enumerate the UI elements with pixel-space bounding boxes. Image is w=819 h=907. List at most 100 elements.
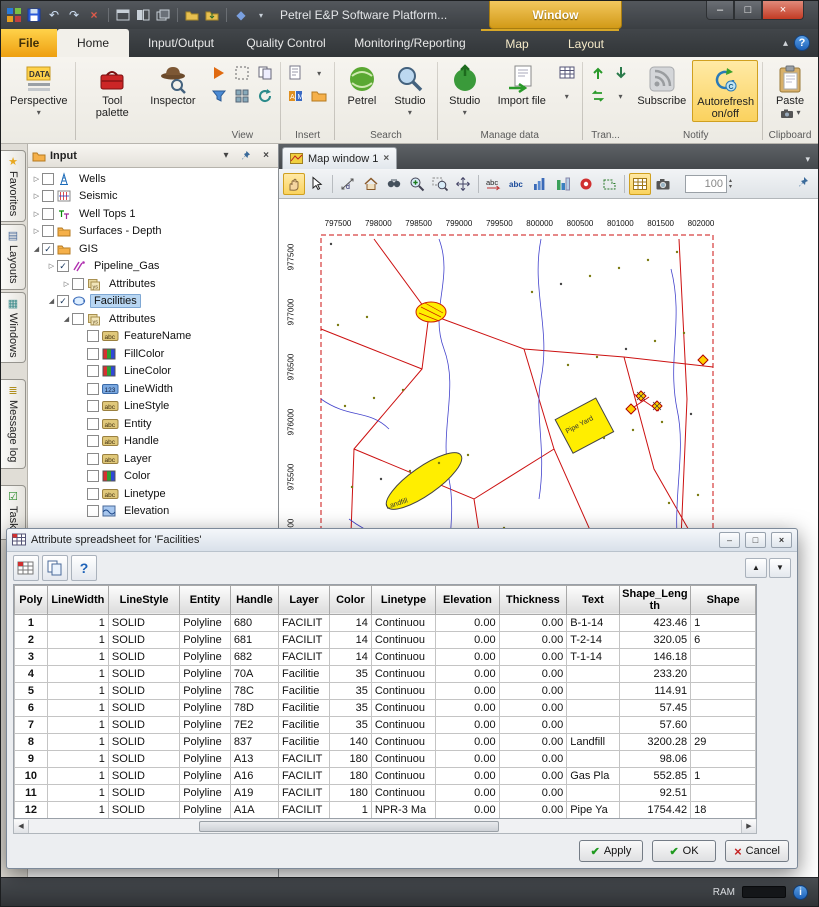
cell[interactable]: 0.00 [436,682,499,699]
cell[interactable]: 0.00 [436,665,499,682]
expander-icon[interactable]: ▷ [61,280,72,288]
cell[interactable]: Continuou [371,716,435,733]
cell[interactable] [691,665,756,682]
cell[interactable]: 0.00 [499,665,567,682]
expander-icon[interactable]: ▷ [31,175,42,183]
cell[interactable]: Polyline [180,648,231,665]
cell[interactable]: SOLID [108,665,179,682]
play-target-icon[interactable] [575,173,597,195]
cell[interactable]: 423.46 [619,614,691,631]
checkbox-unchecked[interactable] [72,278,84,290]
cell[interactable]: SOLID [108,699,179,716]
dialog-titlebar[interactable]: Attribute spreadsheet for 'Facilities' –… [7,529,797,552]
cell[interactable]: T-1-14 [567,648,619,665]
default-view-icon[interactable] [360,173,382,195]
cell[interactable]: 1 [47,784,108,801]
petrel-search-button[interactable]: Petrel [339,60,385,108]
cell[interactable]: FACILIT [279,784,330,801]
checkbox-unchecked[interactable] [87,400,99,412]
row-number-cell[interactable]: 10 [15,767,48,784]
panel-menu-chevron-icon[interactable]: ▾ [218,148,234,164]
annotation-abc-icon[interactable]: abc [483,173,505,195]
cell[interactable]: Polyline [180,767,231,784]
column-header-linetype[interactable]: Linetype [371,585,435,614]
cell[interactable]: Polyline [180,699,231,716]
cell[interactable]: Continuou [371,614,435,631]
cell[interactable]: SOLID [108,648,179,665]
dialog-minimize-button[interactable]: – [719,532,740,548]
cell[interactable]: 320.05 [619,631,691,648]
window-cascade-icon[interactable] [154,6,172,24]
expander-icon[interactable]: ◢ [61,315,72,323]
pan-hand-icon[interactable] [283,173,305,195]
dialog-close-button[interactable]: × [771,532,792,548]
cell[interactable]: 57.60 [619,716,691,733]
sidebar-tab-message-log[interactable]: ≣Message log [1,379,26,468]
scrollbar-thumb[interactable] [199,821,499,832]
cell[interactable]: 70A [230,665,278,682]
cell[interactable]: NPR-3 Ma [371,801,435,818]
cell[interactable]: 57.45 [619,699,691,716]
cell[interactable]: 140 [330,733,372,750]
folder-open-icon[interactable] [183,6,201,24]
ribbon-tab-monitoring-reporting[interactable]: Monitoring/Reporting [339,29,481,57]
cell[interactable]: Continuou [371,699,435,716]
cancel-button[interactable]: ×Cancel [725,840,789,862]
column-header-poly[interactable]: Poly [15,585,48,614]
zoom-in-icon[interactable] [406,173,428,195]
cell[interactable]: 0.00 [499,750,567,767]
delete-icon[interactable]: × [85,6,103,24]
tree-item-layer[interactable]: abcLayer [28,450,278,468]
cell[interactable]: 0.00 [436,801,499,818]
checkbox-unchecked[interactable] [72,313,84,325]
cell[interactable]: 0.00 [499,767,567,784]
column-header-text[interactable]: Text [567,585,619,614]
cell[interactable]: 0.00 [436,784,499,801]
cell[interactable]: 0.00 [499,801,567,818]
cell[interactable]: SOLID [108,801,179,818]
dashed-frame-icon[interactable] [231,62,253,84]
copy-view-icon[interactable] [254,62,276,84]
transfer-sync-icon[interactable] [587,85,609,107]
cell[interactable]: FACILIT [279,648,330,665]
cell[interactable]: Polyline [180,733,231,750]
select-arrow-icon[interactable] [306,173,328,195]
cell[interactable]: 6 [691,631,756,648]
annotation-insert-icon[interactable]: AM [285,85,307,107]
checkbox-unchecked[interactable] [42,208,54,220]
cell[interactable]: Polyline [180,750,231,767]
expander-icon[interactable]: ▷ [46,262,57,270]
autorefresh-button[interactable]: C Autorefresh on/off [692,60,758,122]
cell[interactable]: 681 [230,631,278,648]
play-view-icon[interactable] [208,62,230,84]
undo-icon[interactable]: ↶ [45,6,63,24]
cell[interactable]: 0.00 [436,648,499,665]
folder-insert-icon[interactable] [308,85,330,107]
column-header-elevation[interactable]: Elevation [436,585,499,614]
checkbox-unchecked[interactable] [87,348,99,360]
cell[interactable]: 14 [330,648,372,665]
cell[interactable]: 0.00 [499,699,567,716]
measure-distance-icon[interactable]: d [337,173,359,195]
column-header-color[interactable]: Color [330,585,372,614]
tree-item-handle[interactable]: abcHandle [28,433,278,451]
row-number-cell[interactable]: 2 [15,631,48,648]
color-table-icon[interactable] [13,555,39,581]
new-item-icon[interactable] [285,62,307,84]
cell[interactable]: Continuou [371,648,435,665]
insert-caret-icon[interactable]: ▾ [308,62,330,84]
cell[interactable]: SOLID [108,733,179,750]
tree-item-attributes[interactable]: ▷ysAttributes [28,275,278,293]
cell[interactable]: FACILIT [279,750,330,767]
dialog-maximize-button[interactable]: □ [745,532,766,548]
cell[interactable]: 1 [47,682,108,699]
studio-search-button[interactable]: Studio ▾ [387,60,433,120]
expander-icon[interactable]: ◢ [31,245,42,253]
checkbox-unchecked[interactable] [87,383,99,395]
text-abc-icon[interactable]: abc [506,173,528,195]
checkbox-unchecked[interactable] [42,190,54,202]
blue-diamond-icon[interactable]: ◆ [232,6,250,24]
cell[interactable]: 0.00 [436,631,499,648]
cell[interactable]: 1 [47,767,108,784]
polygon-select-icon[interactable] [598,173,620,195]
